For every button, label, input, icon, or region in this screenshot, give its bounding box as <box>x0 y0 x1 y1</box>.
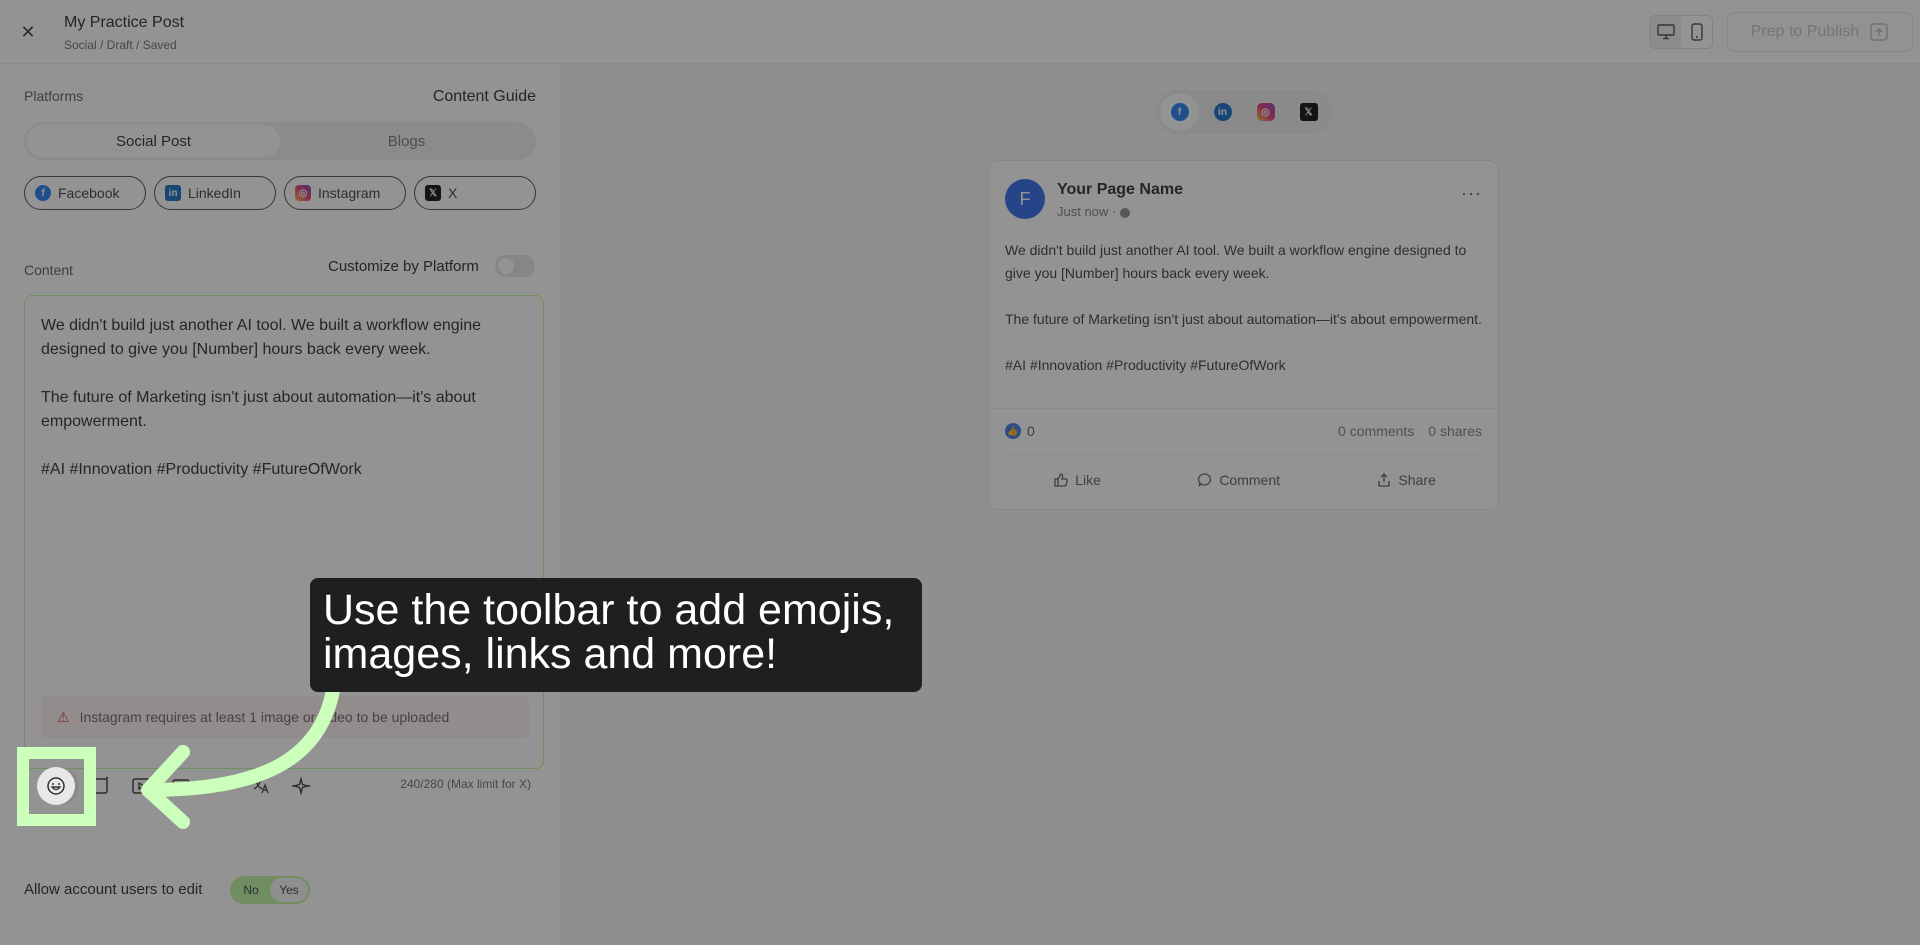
walkthrough-tooltip: Use the toolbar to add emojis, images, l… <box>310 578 922 692</box>
tooltip-arrow <box>141 683 340 829</box>
